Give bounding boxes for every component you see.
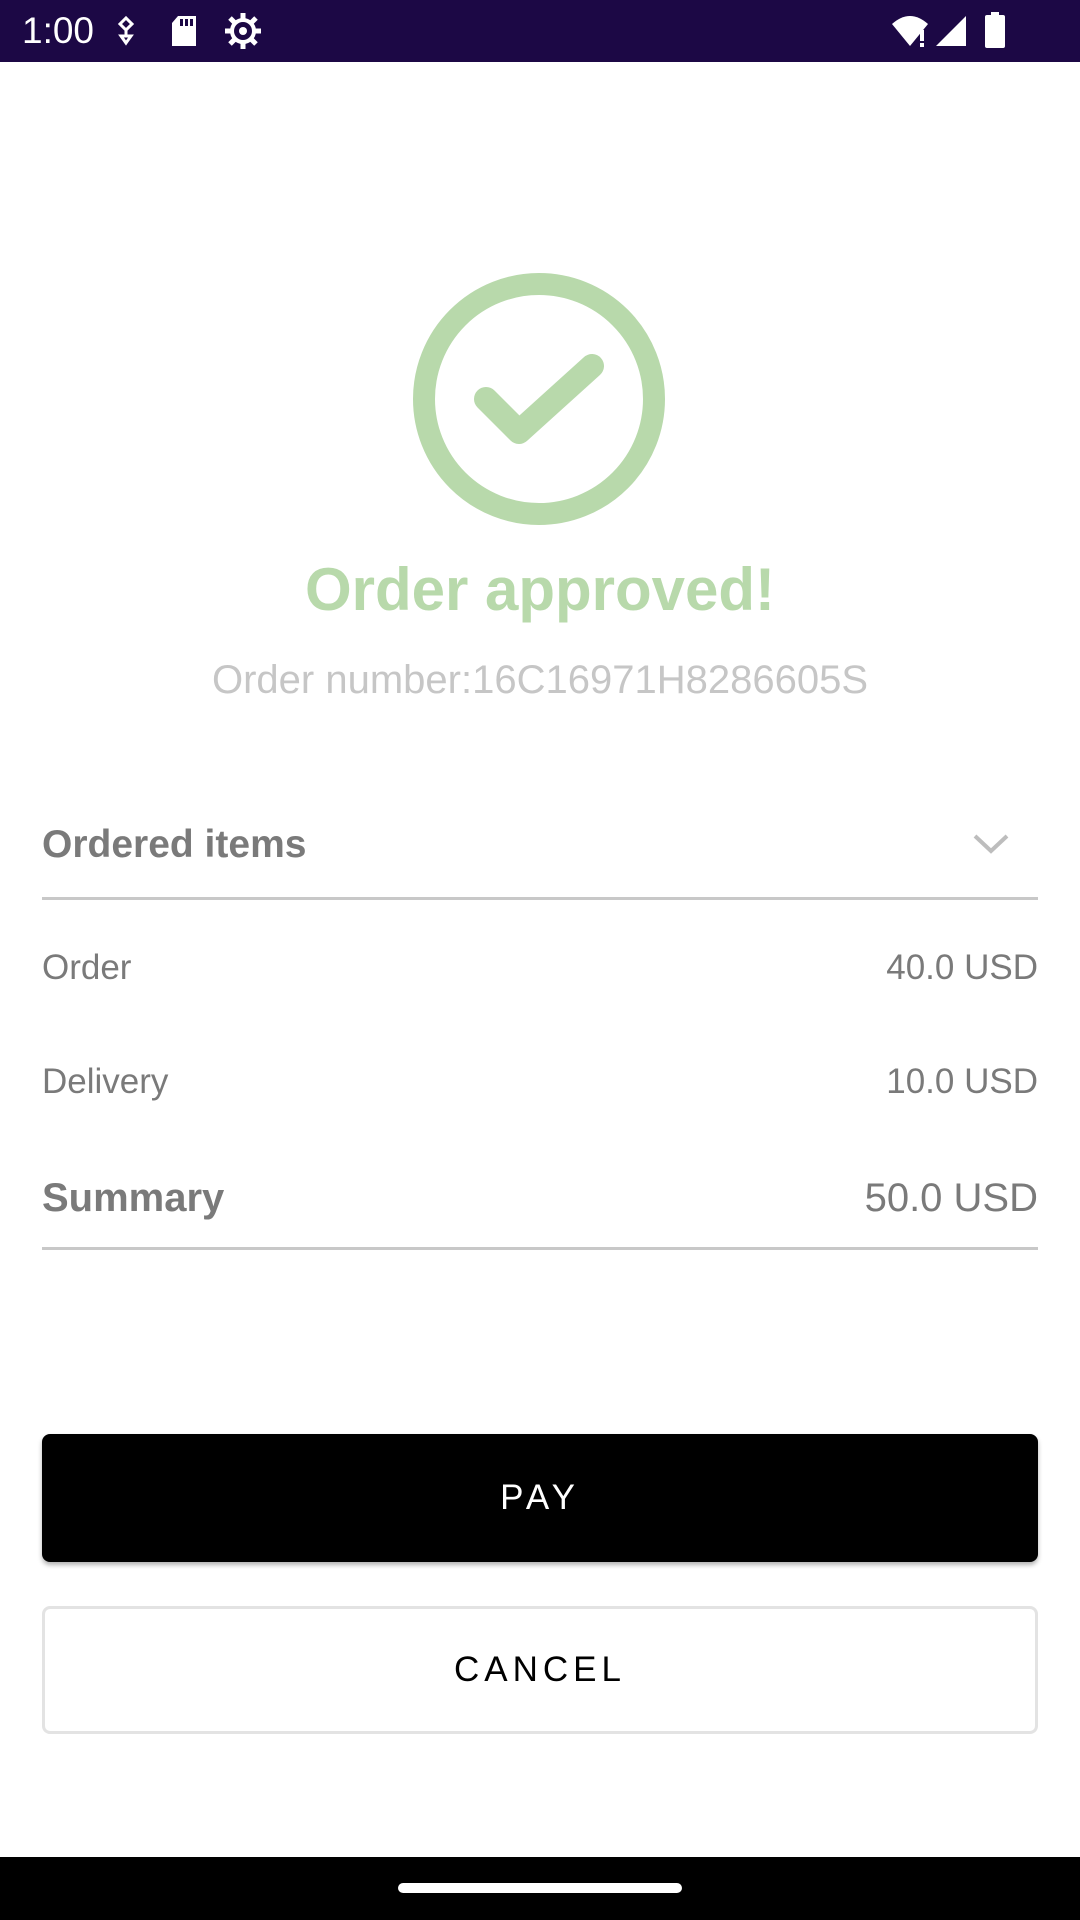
delivery-cost-value: 10.0 USD (886, 1062, 1038, 1101)
summary-value: 50.0 USD (864, 1176, 1038, 1220)
key-icon (112, 16, 140, 46)
delivery-cost-row: Delivery 10.0 USD (42, 1058, 1038, 1108)
cancel-button[interactable]: CANCEL (42, 1606, 1038, 1734)
chevron-down-icon[interactable] (972, 832, 1010, 856)
ordered-items-toggle[interactable]: Ordered items (42, 810, 1038, 900)
ordered-items-label: Ordered items (42, 823, 307, 866)
sd-card-icon (170, 14, 198, 48)
settings-icon (224, 12, 262, 50)
order-number: Order number:16C16971H8286605S (212, 658, 868, 702)
order-cost-row: Order 40.0 USD (42, 944, 1038, 994)
check-circle-icon (412, 272, 666, 526)
pay-button[interactable]: PAY (42, 1434, 1038, 1562)
delivery-cost-label: Delivery (42, 1062, 169, 1101)
home-gesture-handle[interactable] (398, 1883, 682, 1893)
summary-label: Summary (42, 1176, 225, 1220)
order-approved-title: Order approved! (304, 556, 776, 623)
wifi-icon (890, 14, 930, 48)
status-time: 1:00 (22, 10, 95, 51)
order-cost-label: Order (42, 948, 132, 987)
summary-row: Summary 50.0 USD (42, 1170, 1038, 1250)
battery-icon (984, 12, 1006, 48)
status-bar: 1:00 (0, 0, 1080, 62)
navigation-bar (0, 1857, 1080, 1920)
order-cost-value: 40.0 USD (886, 948, 1038, 987)
signal-icon (934, 14, 968, 48)
